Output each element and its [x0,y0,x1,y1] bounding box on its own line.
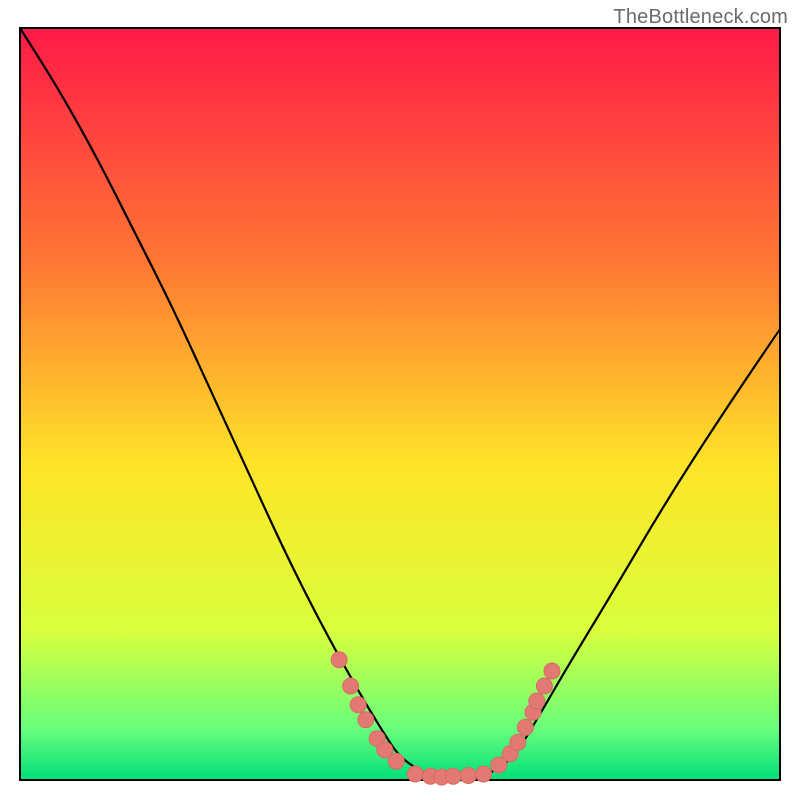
data-marker [460,768,476,784]
data-marker [343,678,359,694]
data-marker [388,753,404,769]
data-marker [407,766,423,782]
data-marker [510,734,526,750]
data-marker [517,719,533,735]
data-marker [536,678,552,694]
data-marker [331,652,347,668]
data-marker [445,768,461,784]
chart-container: TheBottleneck.com [0,0,800,800]
data-marker [544,663,560,679]
bottleneck-chart [0,0,800,800]
data-marker [529,693,545,709]
data-marker [358,712,374,728]
data-marker [476,766,492,782]
data-marker [350,697,366,713]
plot-background [20,28,780,780]
watermark-text: TheBottleneck.com [613,6,788,29]
